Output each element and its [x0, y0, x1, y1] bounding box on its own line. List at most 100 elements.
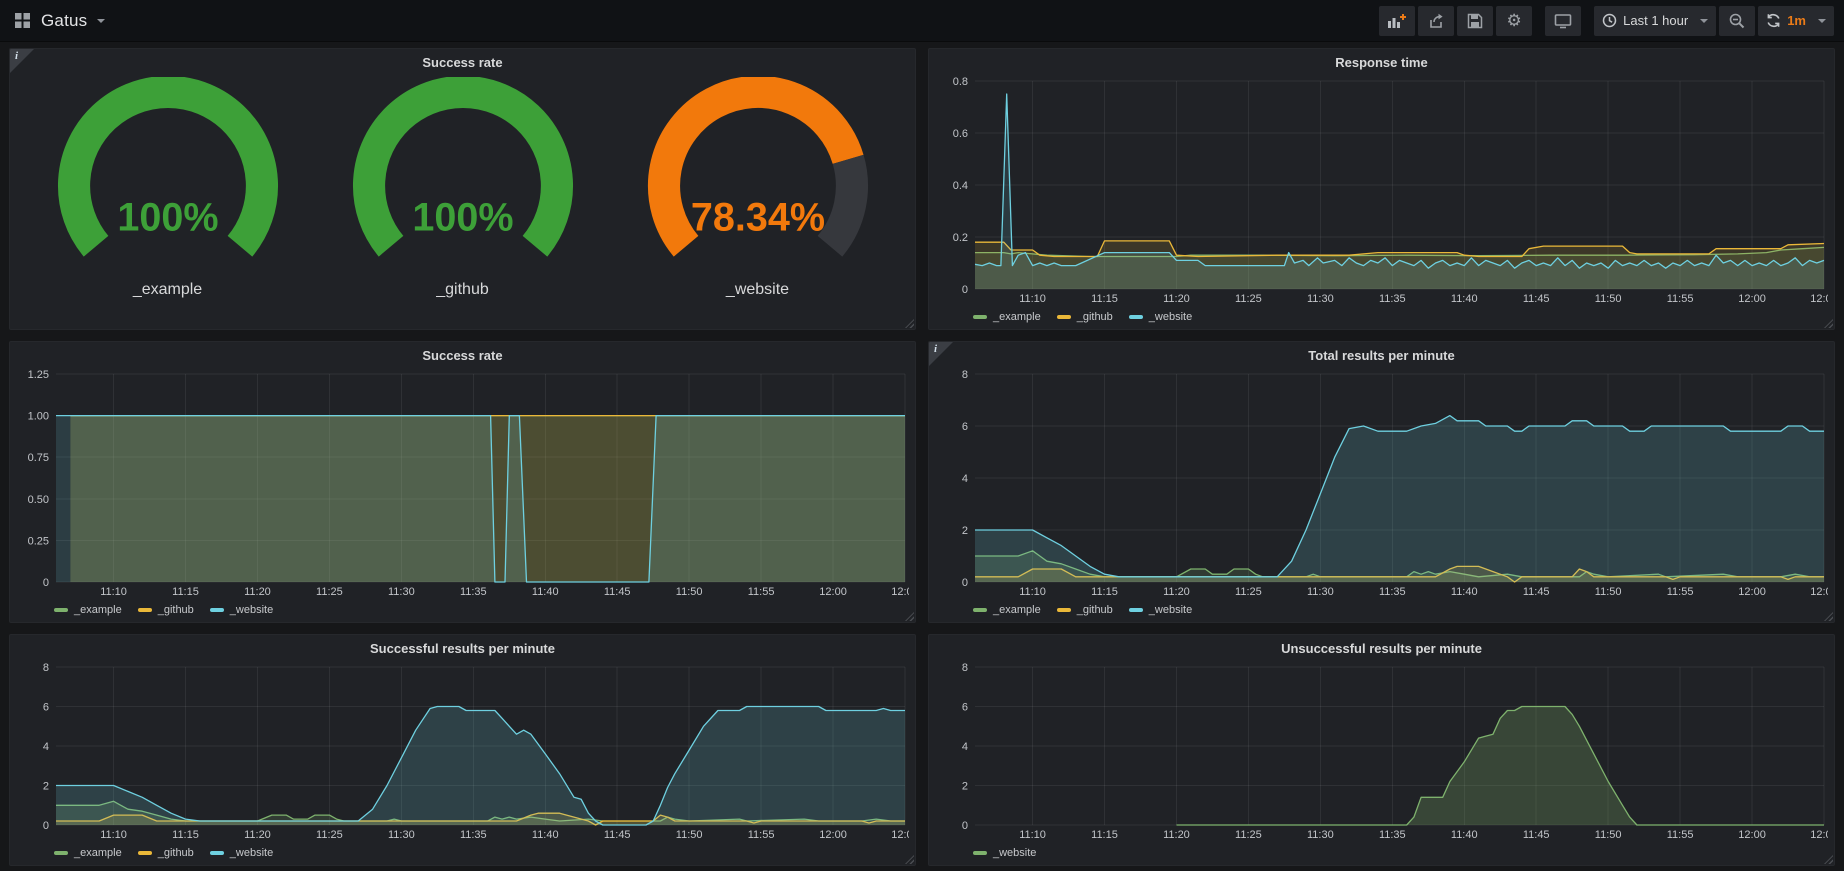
panel-title[interactable]: Success rate: [10, 342, 915, 366]
x-axis-tick-label: 11:35: [1379, 293, 1406, 305]
save-button[interactable]: [1457, 6, 1493, 36]
x-axis-tick-label: 11:15: [1091, 586, 1118, 598]
time-range-caret-icon: [1700, 19, 1708, 23]
x-axis-tick-label: 11:10: [1019, 829, 1046, 841]
legend-label: _github: [158, 604, 194, 616]
panel-resize-handle[interactable]: [1824, 612, 1833, 621]
x-axis-tick-label: 11:15: [1091, 829, 1118, 841]
legend-swatch: [54, 851, 68, 855]
legend-swatch: [210, 851, 224, 855]
chart-svg: 00.250.500.751.001.2511:1011:1511:2011:2…: [16, 366, 909, 598]
legend-swatch: [973, 851, 987, 855]
x-axis-tick-label: 12:00: [819, 829, 847, 841]
y-axis-tick-label: 0.25: [28, 535, 49, 547]
legend-item-_website[interactable]: _website: [1129, 604, 1192, 616]
x-axis-tick-label: 11:45: [604, 586, 631, 598]
panel-resize-handle[interactable]: [905, 612, 914, 621]
legend-label: _example: [993, 604, 1041, 616]
legend-label: _website: [1149, 604, 1192, 616]
add-panel-button[interactable]: [1379, 6, 1415, 36]
y-axis-tick-label: 0: [43, 577, 49, 589]
chart-plot-area[interactable]: 00.20.40.60.811:1011:1511:2011:2511:3011…: [935, 73, 1828, 305]
chart-plot-area[interactable]: 00.250.500.751.001.2511:1011:1511:2011:2…: [16, 366, 909, 598]
y-axis-tick-label: 0.8: [953, 76, 968, 88]
chart-plot-area[interactable]: 0246811:1011:1511:2011:2511:3011:3511:40…: [935, 659, 1828, 841]
x-axis-tick-label: 11:25: [1235, 586, 1262, 598]
x-axis-tick-label: 11:30: [388, 586, 415, 598]
info-icon[interactable]: i: [934, 343, 937, 355]
legend-item-_example[interactable]: _example: [54, 847, 122, 859]
zoom-out-button[interactable]: [1719, 6, 1755, 36]
legend-swatch: [210, 608, 224, 612]
panel-resize-handle[interactable]: [905, 319, 914, 328]
panel-title[interactable]: Total results per minute: [929, 342, 1834, 366]
legend-item-_example[interactable]: _example: [54, 604, 122, 616]
y-axis-tick-label: 1.25: [28, 369, 49, 381]
y-axis-tick-label: 0.6: [953, 128, 968, 140]
panel-unsuccessful-results: Unsuccessful results per minute 0246811:…: [928, 634, 1835, 866]
x-axis-tick-label: 11:40: [1451, 829, 1478, 841]
share-icon: [1428, 13, 1444, 29]
tv-mode-button[interactable]: [1545, 6, 1581, 36]
x-axis-tick-label: 12:05: [1810, 829, 1828, 841]
y-axis-tick-label: 0.75: [28, 452, 49, 464]
legend-item-_website[interactable]: _website: [210, 847, 273, 859]
x-axis-tick-label: 11:25: [316, 586, 343, 598]
panel-title[interactable]: Success rate: [10, 49, 915, 73]
refresh-picker[interactable]: 1m: [1758, 6, 1834, 36]
chart-plot-area[interactable]: 0246811:1011:1511:2011:2511:3011:3511:40…: [16, 659, 909, 841]
panel-resize-handle[interactable]: [1824, 855, 1833, 864]
legend-item-_website[interactable]: _website: [973, 847, 1036, 859]
x-axis-tick-label: 11:50: [1595, 586, 1622, 598]
chart-svg: 0246811:1011:1511:2011:2511:3011:3511:40…: [16, 659, 909, 841]
x-axis-tick-label: 11:10: [100, 829, 127, 841]
x-axis-tick-label: 11:30: [388, 829, 415, 841]
gauge-value: 100%: [117, 195, 218, 239]
legend-swatch: [1057, 608, 1071, 612]
info-icon[interactable]: i: [15, 50, 18, 62]
x-axis-tick-label: 11:20: [1163, 586, 1190, 598]
x-axis-tick-label: 11:45: [1523, 829, 1550, 841]
panel-resize-handle[interactable]: [1824, 319, 1833, 328]
panel-title[interactable]: Unsuccessful results per minute: [929, 635, 1834, 659]
y-axis-tick-label: 0: [962, 820, 968, 832]
legend-item-_example[interactable]: _example: [973, 604, 1041, 616]
chart-legend: _website: [973, 844, 1036, 862]
share-button[interactable]: [1418, 6, 1454, 36]
chart-plot-area[interactable]: 0246811:1011:1511:2011:2511:3011:3511:40…: [935, 366, 1828, 598]
gauge-_github: 100%_github: [327, 77, 599, 299]
panel-title[interactable]: Successful results per minute: [10, 635, 915, 659]
x-axis-tick-label: 11:35: [460, 586, 487, 598]
legend-item-_example[interactable]: _example: [973, 311, 1041, 323]
y-axis-tick-label: 4: [962, 741, 968, 753]
apps-grid-icon[interactable]: [14, 12, 31, 29]
dashboard-title[interactable]: Gatus: [41, 11, 87, 31]
legend-item-_website[interactable]: _website: [1129, 311, 1192, 323]
time-range-picker[interactable]: Last 1 hour: [1594, 6, 1716, 36]
x-axis-tick-label: 11:55: [748, 829, 775, 841]
chart-legend: _example _github _website: [973, 308, 1192, 326]
legend-item-_github[interactable]: _github: [138, 604, 194, 616]
x-axis-tick-label: 11:20: [1163, 293, 1190, 305]
x-axis-tick-label: 11:15: [172, 829, 199, 841]
panel-successful-results: Successful results per minute 0246811:10…: [9, 634, 916, 866]
y-axis-tick-label: 2: [962, 525, 968, 537]
panel-resize-handle[interactable]: [905, 855, 914, 864]
y-axis-tick-label: 0.2: [953, 232, 968, 244]
chart-svg: 00.20.40.60.811:1011:1511:2011:2511:3011…: [935, 73, 1828, 305]
dashboard-caret-icon[interactable]: [97, 19, 105, 23]
dashboard-grid: i Success rate 100%_example100%_github78…: [0, 42, 1844, 866]
settings-button[interactable]: ⚙: [1496, 6, 1532, 36]
panel-title[interactable]: Response time: [929, 49, 1834, 73]
legend-item-_website[interactable]: _website: [210, 604, 273, 616]
x-axis-tick-label: 12:05: [1810, 293, 1828, 305]
refresh-interval-label: 1m: [1787, 13, 1806, 28]
panel-total-results: i Total results per minute 0246811:1011:…: [928, 341, 1835, 623]
legend-item-_github[interactable]: _github: [138, 847, 194, 859]
legend-item-_github[interactable]: _github: [1057, 604, 1113, 616]
gauge-arc-segment: [829, 159, 851, 246]
x-axis-tick-label: 12:00: [819, 586, 847, 598]
legend-item-_github[interactable]: _github: [1057, 311, 1113, 323]
x-axis-tick-label: 11:25: [1235, 829, 1262, 841]
series-line-_website: [975, 94, 1824, 268]
